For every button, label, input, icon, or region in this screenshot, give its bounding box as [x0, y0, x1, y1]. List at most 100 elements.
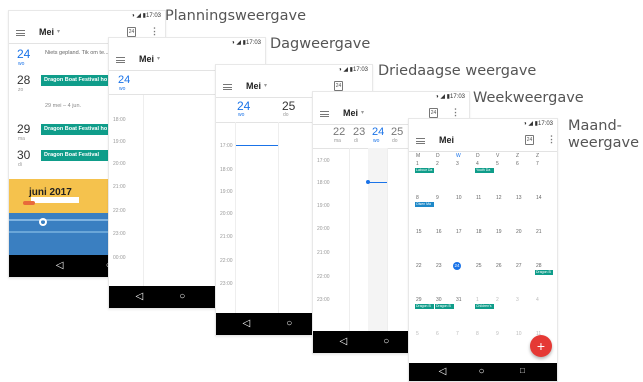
month-day[interactable]: 31: [456, 297, 462, 303]
month-day[interactable]: 14: [536, 195, 542, 201]
event-dragon-boat[interactable]: Dragon B: [415, 304, 434, 309]
month-title[interactable]: Mei: [139, 54, 154, 64]
month-day[interactable]: 4: [536, 297, 539, 303]
back-button[interactable]: ◁: [340, 336, 348, 347]
month-day[interactable]: 6: [436, 331, 439, 337]
month-day[interactable]: 3: [516, 297, 519, 303]
month-day[interactable]: 21: [536, 229, 542, 235]
month-day[interactable]: 19: [496, 229, 502, 235]
month-title[interactable]: Mei: [439, 135, 454, 145]
navigation-bar: ◁ ○ □: [409, 363, 557, 381]
month-day[interactable]: 20: [516, 229, 522, 235]
day-number-25[interactable]: 25: [282, 99, 295, 113]
month-day[interactable]: 9: [496, 331, 499, 337]
month-day[interactable]: 22: [416, 263, 422, 269]
month-day[interactable]: 30: [436, 297, 442, 303]
event-childrens-day[interactable]: Children's: [475, 304, 494, 309]
month-day[interactable]: 23: [436, 263, 442, 269]
back-button[interactable]: ◁: [243, 318, 251, 329]
month-day[interactable]: 7: [536, 161, 539, 167]
calendar-today-icon[interactable]: 24: [429, 108, 438, 118]
month-day[interactable]: 26: [496, 263, 502, 269]
month-day[interactable]: 16: [436, 229, 442, 235]
month-title[interactable]: Mei: [343, 108, 358, 118]
calendar-today-icon[interactable]: 24: [525, 135, 534, 145]
home-button[interactable]: ○: [179, 291, 185, 302]
month-day[interactable]: 15: [416, 229, 422, 235]
recent-apps-button[interactable]: □: [520, 366, 525, 375]
time-label: 22:00: [317, 274, 330, 280]
home-button[interactable]: ○: [479, 366, 485, 377]
day-number-24[interactable]: 24: [372, 126, 384, 138]
day-number-25[interactable]: 25: [391, 126, 403, 138]
chevron-down-icon[interactable]: ▾: [57, 28, 60, 35]
event-dragon-boat[interactable]: Dragon B: [435, 304, 454, 309]
weekday-header: V: [496, 153, 500, 159]
chevron-down-icon[interactable]: ▾: [264, 82, 267, 89]
month-day[interactable]: 27: [516, 263, 522, 269]
month-day[interactable]: 25: [476, 263, 482, 269]
menu-icon[interactable]: [116, 57, 125, 63]
day-label-23: di: [354, 138, 358, 144]
empty-day-text[interactable]: Niets gepland. Tik om te...: [45, 50, 109, 56]
chevron-down-icon[interactable]: ▾: [361, 109, 364, 116]
menu-icon[interactable]: [16, 30, 25, 36]
day-number-23[interactable]: 23: [353, 126, 365, 138]
add-event-button[interactable]: +: [530, 335, 552, 357]
month-day[interactable]: 13: [516, 195, 522, 201]
calendar-today-icon[interactable]: 24: [334, 81, 343, 91]
time-label: 18:00: [113, 117, 126, 123]
month-day[interactable]: 4: [476, 161, 479, 167]
time-label: 18:00: [220, 167, 233, 173]
month-title[interactable]: Mei: [39, 27, 54, 37]
month-day[interactable]: 11: [476, 195, 481, 201]
day-number-24[interactable]: 24: [17, 47, 30, 61]
chevron-down-icon[interactable]: ▾: [157, 55, 160, 62]
month-day[interactable]: 17: [456, 229, 462, 235]
month-day[interactable]: 18: [476, 229, 482, 235]
more-icon[interactable]: ⋮: [547, 134, 556, 145]
today-marker[interactable]: 24: [453, 262, 461, 270]
month-day[interactable]: 6: [516, 161, 519, 167]
month-day[interactable]: 1: [476, 297, 479, 303]
month-day[interactable]: 8: [416, 195, 419, 201]
menu-icon[interactable]: [320, 111, 329, 117]
month-day[interactable]: 28: [536, 263, 542, 269]
menu-icon[interactable]: [223, 84, 232, 90]
month-day[interactable]: 5: [416, 331, 419, 337]
menu-icon[interactable]: [416, 138, 425, 144]
event-dragon-boat[interactable]: Dragon B: [535, 270, 553, 275]
more-icon[interactable]: ⋮: [150, 26, 159, 37]
day-number[interactable]: 24: [118, 74, 130, 86]
month-day[interactable]: 1: [416, 161, 419, 167]
month-day[interactable]: 9: [436, 195, 439, 201]
month-day[interactable]: 7: [456, 331, 459, 337]
month-day[interactable]: 5: [496, 161, 499, 167]
month-day[interactable]: 8: [476, 331, 479, 337]
home-button[interactable]: ○: [383, 336, 389, 347]
month-day[interactable]: 10: [516, 331, 522, 337]
month-day[interactable]: 29: [416, 297, 422, 303]
more-icon[interactable]: ⋮: [451, 107, 460, 118]
day-label-29: ma: [18, 136, 25, 142]
event-olsen[interactable]: Olsen Ma: [415, 202, 434, 207]
back-button[interactable]: ◁: [439, 366, 447, 377]
day-label-25: do: [283, 112, 289, 118]
month-day[interactable]: 2: [496, 297, 499, 303]
event-youth-day[interactable]: Youth Da: [475, 168, 494, 173]
day-number-29: 29: [17, 122, 31, 136]
back-button[interactable]: ◁: [56, 260, 64, 271]
month-title[interactable]: Mei: [246, 81, 261, 91]
day-number-22[interactable]: 22: [333, 126, 345, 138]
month-day[interactable]: 2: [436, 161, 439, 167]
day-number-24[interactable]: 24: [237, 99, 250, 113]
caption-day-view: Dagweergave: [270, 36, 371, 52]
event-labour-day[interactable]: Labour Da: [415, 168, 434, 173]
calendar-today-icon[interactable]: 24: [127, 27, 136, 37]
back-button[interactable]: ◁: [136, 291, 144, 302]
home-button[interactable]: ○: [286, 318, 292, 329]
status-bar: ◑ ◢ ▮17:03: [523, 121, 553, 127]
month-day[interactable]: 10: [456, 195, 462, 201]
month-day[interactable]: 3: [456, 161, 459, 167]
month-day[interactable]: 12: [496, 195, 502, 201]
